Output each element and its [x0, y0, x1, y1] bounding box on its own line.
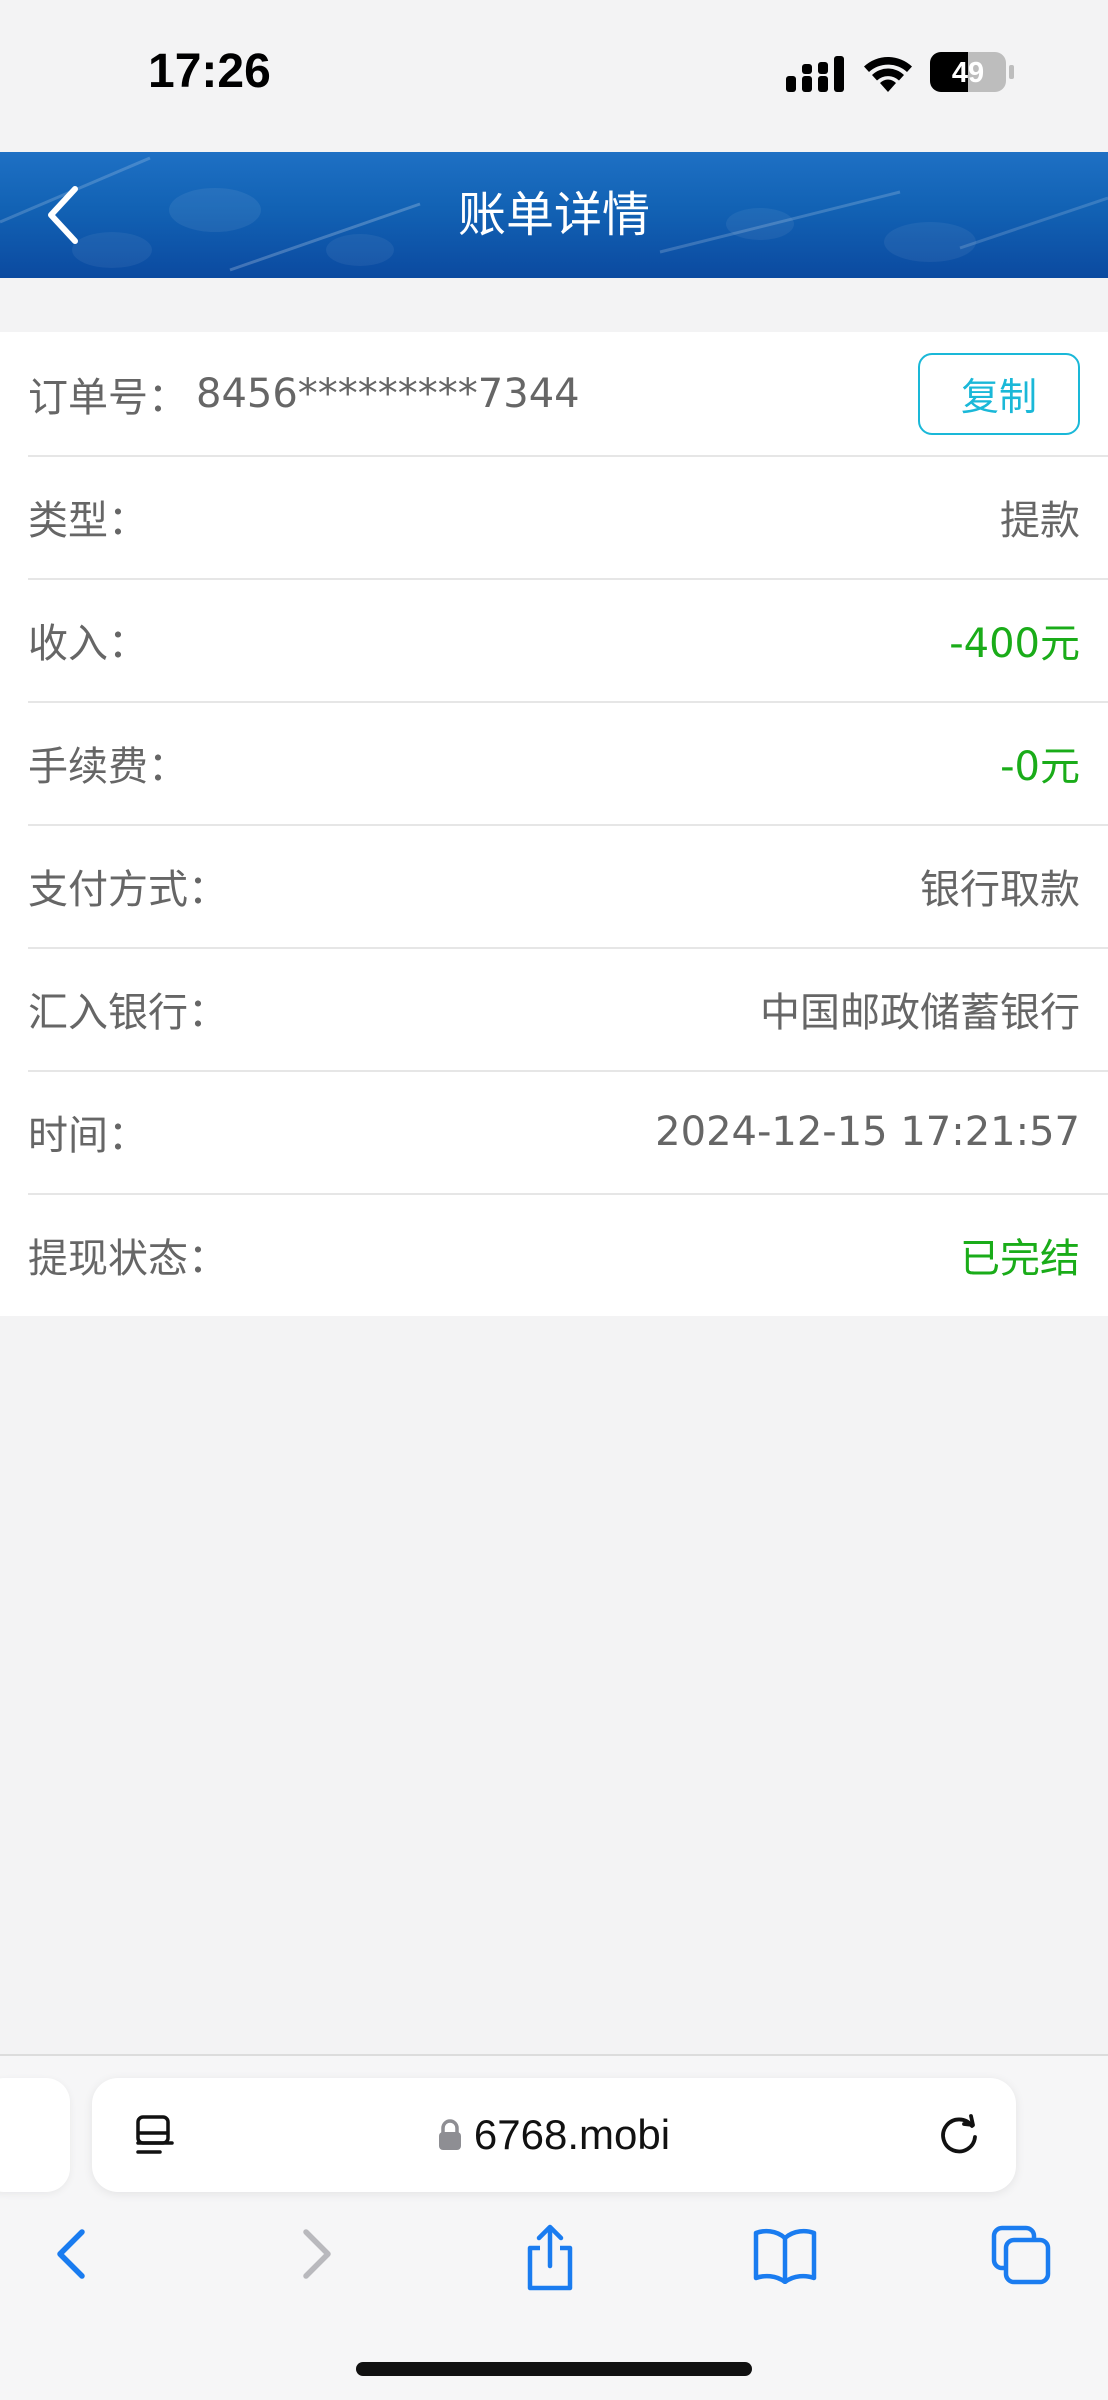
lock-icon	[438, 2119, 462, 2151]
bookmarks-icon[interactable]	[752, 2224, 818, 2284]
cellular-signal-icon	[786, 56, 844, 92]
page-title: 账单详情	[457, 187, 650, 243]
detail-value: 2024-12-15 17:21:57	[655, 1108, 1080, 1155]
bill-details-list: 订单号： 8456*********7344 复制 类型： 提款 收入： -40…	[0, 332, 1108, 1316]
detail-value: -0元	[1000, 743, 1080, 790]
address-bar[interactable]: 6768.mobi	[92, 2078, 1016, 2192]
detail-row-payment-method: 支付方式： 银行取款	[0, 824, 1108, 947]
detail-label: 类型：	[28, 497, 148, 544]
detail-row-withdraw-status: 提现状态： 已完结	[0, 1193, 1108, 1316]
detail-label: 提现状态：	[28, 1235, 228, 1282]
order-number-value: 8456*********7344	[196, 370, 580, 417]
status-bar: 17:26 49	[0, 0, 1108, 152]
copy-button[interactable]: 复制	[918, 352, 1080, 435]
detail-row-income: 收入： -400元	[0, 578, 1108, 701]
detail-row-fee: 手续费： -0元	[0, 701, 1108, 824]
wifi-icon	[864, 56, 912, 92]
detail-row-order-number: 订单号： 8456*********7344 复制	[0, 332, 1108, 455]
share-icon[interactable]	[520, 2224, 580, 2292]
detail-label: 手续费：	[28, 743, 188, 790]
detail-value: 已完结	[960, 1235, 1080, 1282]
detail-label: 支付方式：	[28, 866, 228, 913]
reload-icon[interactable]	[936, 2112, 982, 2158]
detail-value: 银行取款	[920, 866, 1080, 913]
detail-value: -400元	[949, 620, 1080, 667]
browser-forward-icon[interactable]	[290, 2224, 340, 2284]
detail-label: 收入：	[28, 620, 148, 667]
detail-label: 时间：	[28, 1112, 148, 1159]
tabs-icon[interactable]	[990, 2224, 1052, 2286]
status-time: 17:26	[148, 45, 271, 98]
order-number-label: 订单号：	[28, 374, 188, 421]
battery-level: 49	[952, 57, 984, 89]
app-header: 账单详情	[0, 152, 1108, 278]
detail-value: 提款	[1000, 497, 1080, 544]
home-indicator	[356, 2362, 752, 2376]
previous-tab-preview[interactable]	[0, 2078, 70, 2192]
detail-value: 中国邮政储蓄银行	[760, 989, 1080, 1036]
url-text[interactable]: 6768.mobi	[474, 2111, 670, 2159]
detail-row-bank: 汇入银行： 中国邮政储蓄银行	[0, 947, 1108, 1070]
browser-toolbar: 6768.mobi	[0, 2054, 1108, 2400]
detail-row-time: 时间： 2024-12-15 17:21:57	[0, 1070, 1108, 1193]
detail-label: 汇入银行：	[28, 989, 228, 1036]
battery-icon: 49	[930, 52, 1014, 96]
detail-row-type: 类型： 提款	[0, 455, 1108, 578]
browser-back-icon[interactable]	[48, 2224, 98, 2284]
